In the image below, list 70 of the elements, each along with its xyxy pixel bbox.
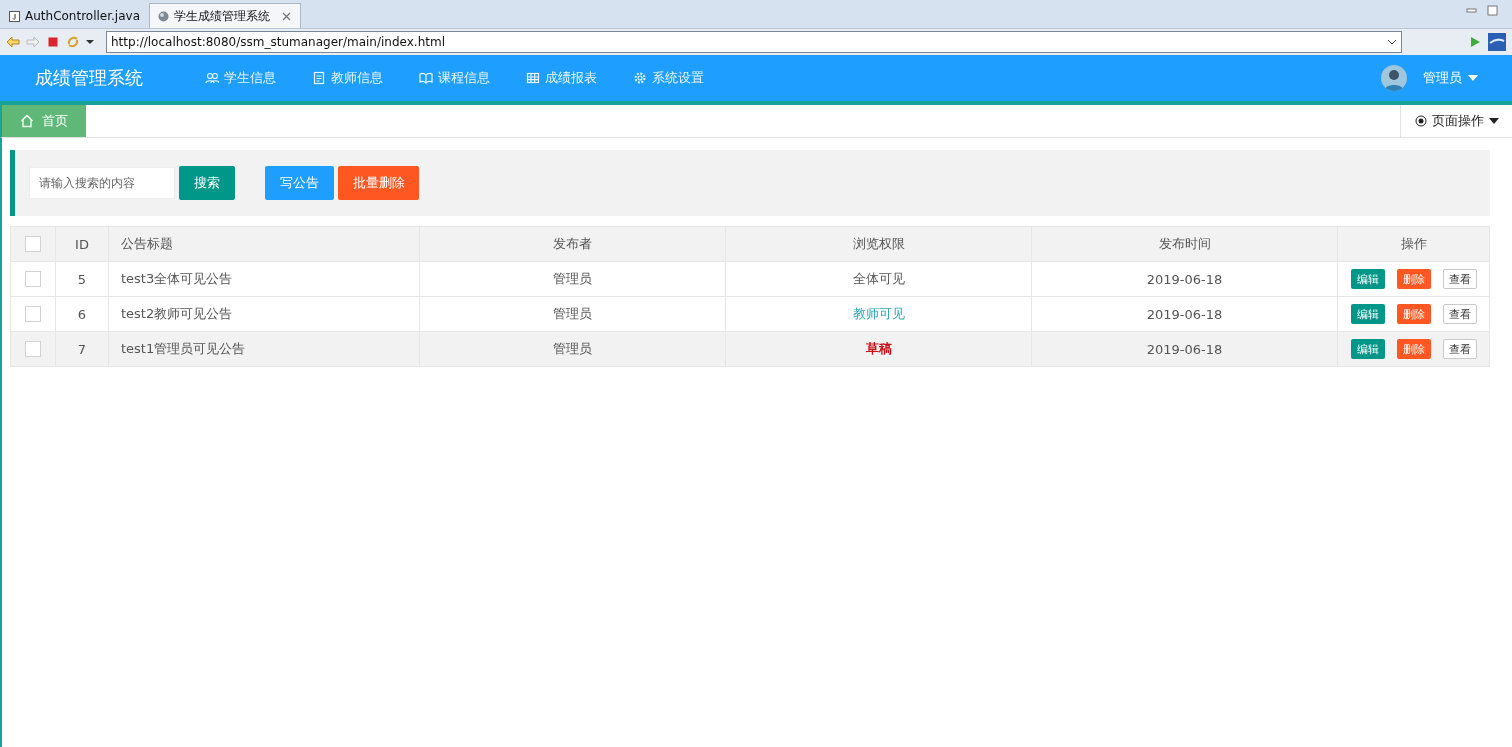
row-checkbox[interactable] [25, 341, 41, 358]
column-header: 发布者 [419, 226, 726, 262]
row-checkbox[interactable] [25, 306, 41, 323]
nav-item[interactable]: 成绩报表 [526, 69, 597, 87]
nav-item[interactable]: 课程信息 [419, 69, 490, 87]
edit-button[interactable]: 编辑 [1350, 269, 1385, 289]
table-cell: 管理员 [419, 261, 726, 297]
view-button[interactable]: 查看 [1442, 269, 1477, 289]
app-icon[interactable] [1488, 33, 1506, 51]
table-cell: 2019-06-18 [1031, 261, 1338, 297]
table-cell: test1管理员可见公告 [108, 331, 420, 367]
nav-item[interactable]: 学生信息 [205, 69, 276, 87]
caret-icon [1468, 75, 1478, 81]
java-file-icon [9, 10, 20, 22]
column-header: ID [55, 226, 109, 262]
select-all-checkbox[interactable] [25, 236, 41, 253]
table-cell: 7 [55, 331, 109, 367]
stop-icon[interactable] [46, 35, 60, 49]
app-title: 成绩管理系统 [35, 66, 144, 90]
access-cell: 草稿 [725, 331, 1032, 367]
edit-button[interactable]: 编辑 [1350, 304, 1385, 324]
avatar[interactable] [1381, 65, 1407, 91]
caret-icon [1488, 118, 1499, 124]
access-cell: 全体可见 [725, 261, 1032, 297]
column-header: 发布时间 [1031, 226, 1338, 262]
chevron-down-icon[interactable] [1387, 39, 1397, 45]
refresh-icon[interactable] [66, 35, 80, 49]
page-tab[interactable]: 首页 [2, 105, 86, 137]
view-button[interactable]: 查看 [1442, 304, 1477, 324]
browser-tab[interactable]: 学生成绩管理系统 [149, 3, 301, 28]
people-icon [205, 71, 219, 85]
write-notice-button[interactable]: 写公告 [265, 166, 334, 200]
column-header: 浏览权限 [725, 226, 1032, 262]
column-header: 操作 [1337, 226, 1490, 262]
settings-icon [633, 71, 647, 85]
search-button[interactable]: 搜索 [179, 166, 235, 200]
delete-button[interactable]: 删除 [1396, 269, 1431, 289]
document-icon [312, 71, 326, 85]
radio-dot-icon [1414, 115, 1427, 127]
table-cell: 6 [55, 296, 109, 332]
table-cell: 管理员 [419, 296, 726, 332]
forward-icon[interactable] [26, 35, 40, 49]
globe-icon [158, 10, 169, 22]
delete-button[interactable]: 删除 [1396, 339, 1431, 359]
row-checkbox[interactable] [25, 271, 41, 288]
maximize-icon[interactable] [1487, 4, 1498, 16]
table-cell: 5 [55, 261, 109, 297]
browser-tab[interactable]: AuthController.java [0, 3, 149, 28]
nav-item[interactable]: 系统设置 [633, 69, 704, 87]
table-cell: 2019-06-18 [1031, 331, 1338, 367]
book-icon [419, 71, 433, 85]
close-icon[interactable] [281, 10, 292, 22]
edit-button[interactable]: 编辑 [1350, 339, 1385, 359]
delete-button[interactable]: 删除 [1396, 304, 1431, 324]
search-field[interactable]: 请输入搜索的内容 [29, 167, 175, 199]
play-icon[interactable] [1468, 35, 1482, 49]
user-menu[interactable]: 管理员 [1423, 69, 1478, 87]
table-icon [526, 71, 540, 85]
column-header: 公告标题 [108, 226, 420, 262]
home-icon [20, 114, 34, 128]
table-cell: 2019-06-18 [1031, 296, 1338, 332]
back-icon[interactable] [6, 35, 20, 49]
table-cell: 管理员 [419, 331, 726, 367]
url-field[interactable]: http://localhost:8080/ssm_stumanager/main/index.html [106, 31, 1402, 53]
access-cell: 教师可见 [725, 296, 1032, 332]
view-button[interactable]: 查看 [1442, 339, 1477, 359]
bulk-delete-button[interactable]: 批量删除 [338, 166, 419, 200]
nav-item[interactable]: 教师信息 [312, 69, 383, 87]
table-cell: test3全体可见公告 [108, 261, 420, 297]
table-cell: test2教师可见公告 [108, 296, 420, 332]
